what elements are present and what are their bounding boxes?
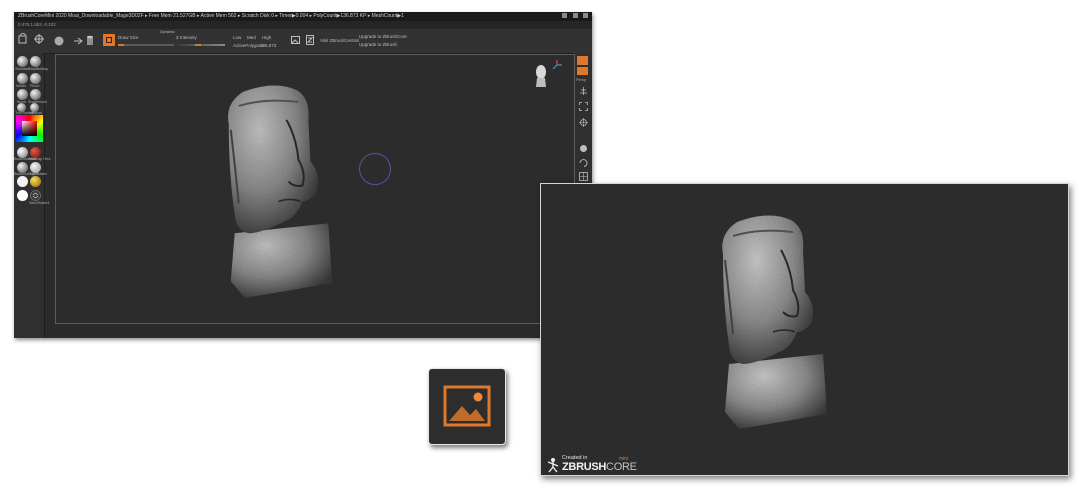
brush-claybuildup[interactable]	[30, 56, 41, 67]
watermark-brand-core: CORE	[606, 461, 637, 473]
visit-zbrushcentral-link[interactable]: Visit ZBrushCentral	[320, 38, 359, 43]
document-viewport[interactable]	[55, 54, 575, 324]
z-intensity-slider[interactable]	[177, 44, 225, 46]
edit-mode-button[interactable]	[577, 56, 588, 65]
draw-toggle-button[interactable]	[577, 67, 588, 75]
brush-inflate[interactable]	[17, 73, 28, 84]
brush-standard[interactable]	[17, 56, 28, 67]
maximize-icon[interactable]	[572, 13, 578, 19]
material-label-7: SkinShade4	[29, 201, 50, 205]
low-button[interactable]: Low	[233, 35, 241, 40]
lightbox-icon[interactable]	[18, 33, 28, 45]
coordinate-bar: 0.475,1.852,-0.232	[14, 21, 592, 29]
material-gold[interactable]	[30, 176, 41, 187]
left-brush-shelf: Standard ClayBuildup Inflate Pinch Move …	[14, 53, 50, 338]
polyframe-icon[interactable]	[579, 172, 588, 181]
moai-model[interactable]	[222, 84, 347, 298]
gizmo-icon[interactable]	[34, 33, 44, 45]
draw-size-label: Draw Size	[118, 35, 139, 40]
watermark-mini: mini	[619, 456, 629, 462]
rotate-view-icon[interactable]	[579, 158, 588, 167]
zbrush-watermark: Created in ZBRUSHCORE mini	[545, 454, 645, 475]
brush-cursor	[359, 153, 391, 185]
color-picker[interactable]	[16, 115, 43, 142]
draw-mode-button[interactable]	[103, 34, 115, 46]
brush-pinch[interactable]	[30, 73, 41, 84]
zbrush-editor-window: ZBrushCoreMini 2020 Moai_Downloadable_Ma…	[14, 12, 592, 338]
brush-label-1: ClayBuildup	[28, 67, 49, 71]
zbrushcentral-icon[interactable]	[306, 35, 314, 45]
scale-view-icon[interactable]	[579, 144, 588, 153]
close-icon[interactable]	[583, 13, 588, 19]
arrow-right-icon[interactable]	[74, 37, 84, 45]
render-output-window: Created in ZBRUSHCORE mini	[540, 183, 1069, 476]
color-swatch-white[interactable]	[17, 190, 28, 201]
frame-icon[interactable]	[579, 102, 588, 111]
brush-move[interactable]	[17, 89, 28, 100]
upgrade-zbrush-link[interactable]: Upgrade to ZBrush	[359, 42, 397, 47]
med-button[interactable]: Med	[247, 35, 256, 40]
window-controls	[558, 12, 588, 21]
swap-color-icon[interactable]	[30, 190, 41, 201]
draw-size-slider[interactable]	[118, 44, 174, 46]
dynamic-label[interactable]: Dynamic	[160, 30, 175, 34]
watermark-brand: ZBRUSHCORE	[562, 461, 637, 473]
material-label-1: MatCap Red	[29, 157, 51, 161]
persp-label[interactable]: Persp	[576, 78, 586, 82]
active-polygons-value: 136,873	[260, 43, 277, 48]
watermark-brand-z: ZBRUSH	[562, 461, 607, 473]
image-render-icon[interactable]	[428, 368, 506, 445]
high-button[interactable]: High	[262, 35, 271, 40]
title-text: ZBrushCoreMini 2020 Moai_Downloadable_Ma…	[18, 13, 404, 19]
coordinate-readout: 0.475,1.852,-0.232	[18, 22, 56, 27]
picture-icon	[443, 385, 491, 427]
axis-gizmo-icon[interactable]	[552, 57, 562, 70]
moai-render	[722, 215, 827, 429]
brush-label-3: Pinch	[30, 84, 40, 88]
draw-size-slider-fill	[118, 44, 124, 46]
title-bar: ZBrushCoreMini 2020 Moai_Downloadable_Ma…	[14, 12, 592, 21]
top-toolbar: Draw Size Dynamic Z Intensity Low Med Hi…	[14, 29, 592, 64]
minimize-icon[interactable]	[562, 13, 568, 19]
brush-snakehook[interactable]	[30, 89, 41, 100]
zbrush-logo-icon	[547, 458, 559, 473]
upgrade-core-link[interactable]: Upgrade to ZBrushCore	[359, 34, 407, 39]
z-intensity-label: Z Intensity	[176, 35, 197, 40]
material-label-3: Toy Plastic	[29, 172, 48, 176]
floor-grid-icon[interactable]	[579, 86, 588, 96]
navigation-head-icon[interactable]	[534, 64, 548, 88]
z-intensity-slider-fill	[195, 44, 201, 46]
material-white[interactable]	[17, 176, 28, 187]
brush-label-2: Inflate	[16, 84, 27, 88]
sphere-tool-icon[interactable]	[54, 36, 64, 46]
move-view-icon[interactable]	[579, 118, 588, 127]
render-image-icon[interactable]	[291, 36, 300, 44]
cylinder-tool-icon[interactable]	[86, 35, 94, 46]
